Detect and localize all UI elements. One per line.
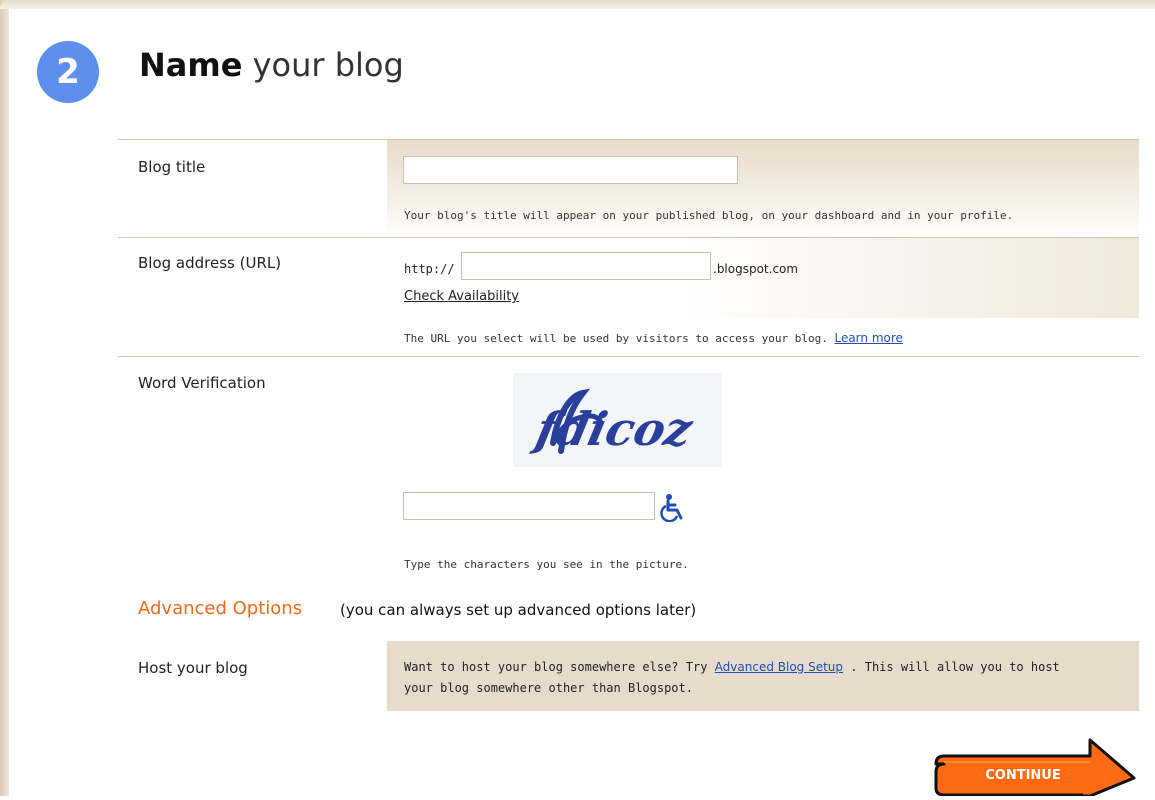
blog-title-label: Blog title	[138, 158, 206, 176]
advanced-options-note: (you can always set up advanced options …	[340, 601, 697, 619]
blog-address-help-text: The URL you select will be used by visit…	[404, 332, 828, 345]
captcha-input[interactable]	[403, 492, 655, 520]
url-suffix: .blogspot.com	[713, 262, 799, 276]
page-top-border	[0, 0, 1155, 9]
page-left-border	[0, 0, 9, 796]
page-title-rest: your blog	[252, 46, 404, 84]
captcha-image: fdicoz	[513, 373, 722, 467]
word-verification-label: Word Verification	[138, 374, 266, 392]
captcha-help: Type the characters you see in the pictu…	[404, 558, 689, 571]
advanced-blog-setup-link[interactable]: Advanced Blog Setup	[715, 660, 843, 674]
continue-button-label: CONTINUE	[985, 768, 1061, 783]
captcha-text: fdicoz	[528, 401, 698, 455]
host-text-before: Want to host your blog somewhere else? T…	[404, 660, 708, 674]
continue-arrow-shape	[934, 738, 1136, 798]
check-availability-link[interactable]: Check Availability	[404, 289, 519, 304]
divider	[118, 356, 1139, 357]
url-prefix: http://	[404, 262, 455, 276]
blog-address-label: Blog address (URL)	[138, 254, 282, 272]
page-title: Name your blog	[139, 46, 404, 84]
blog-address-input[interactable]	[461, 252, 711, 280]
step-number-badge: 2	[37, 41, 99, 103]
blog-title-help: Your blog's title will appear on your pu…	[404, 209, 1014, 222]
continue-button[interactable]: CONTINUE	[932, 738, 1140, 798]
host-blog-text: Want to host your blog somewhere else? T…	[404, 657, 1104, 699]
captcha-graphic: fdicoz	[528, 388, 699, 456]
host-text-line2: your blog somewhere other than Blogspot.	[404, 681, 693, 695]
blog-address-help: The URL you select will be used by visit…	[404, 331, 903, 345]
page-title-strong: Name	[139, 46, 243, 84]
blog-title-input[interactable]	[403, 156, 738, 184]
learn-more-link[interactable]: Learn more	[834, 331, 902, 345]
host-text-after: . This will allow you to host	[850, 660, 1060, 674]
wheelchair-icon[interactable]	[660, 492, 690, 523]
advanced-options-title[interactable]: Advanced Options	[138, 598, 302, 619]
host-blog-label: Host your blog	[138, 659, 248, 677]
